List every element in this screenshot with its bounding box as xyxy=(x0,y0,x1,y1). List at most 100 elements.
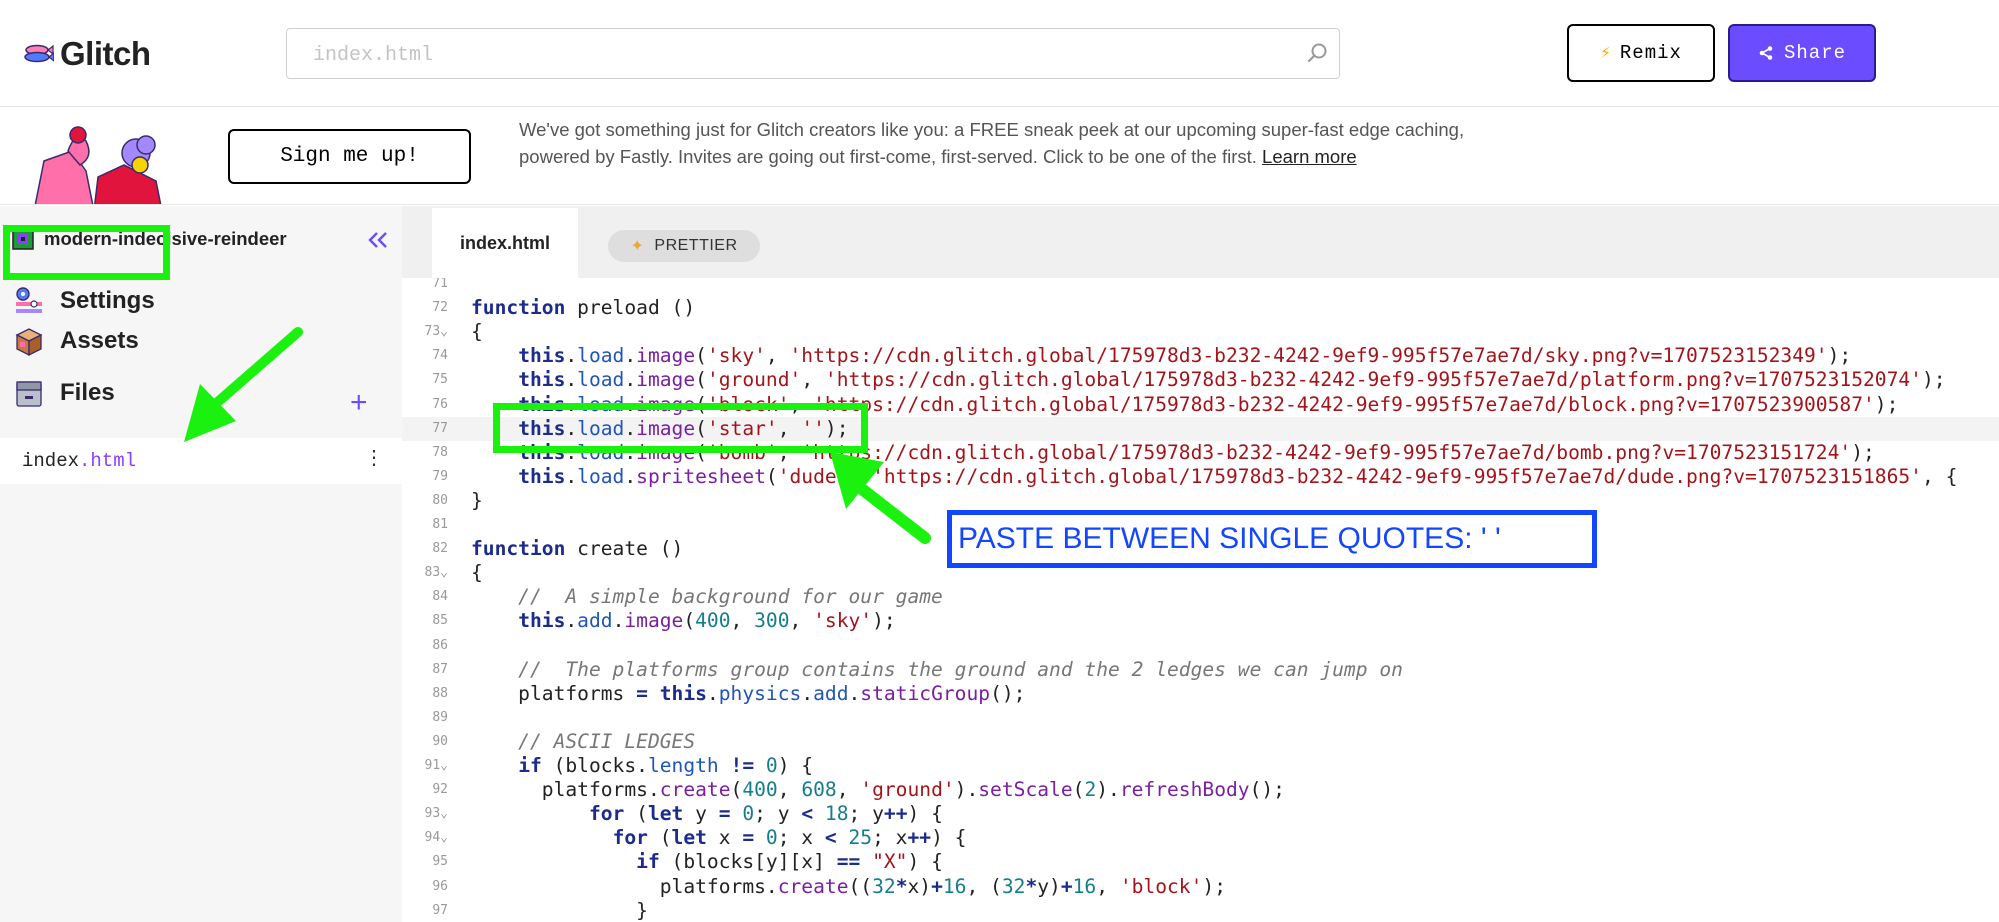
share-button[interactable]: Share xyxy=(1728,24,1876,82)
code-line[interactable]: 96 platforms.create((32*x)+16, (32*y)+16… xyxy=(402,875,1999,899)
file-base: index xyxy=(22,450,80,472)
promo-banner: Sign me up! We've got something just for… xyxy=(0,107,1999,205)
files-drawer-icon xyxy=(12,376,46,410)
logo-text: Glitch xyxy=(60,35,151,72)
code-line[interactable]: 87 // The platforms group contains the g… xyxy=(402,658,1999,682)
line-number: 89 xyxy=(432,709,448,725)
share-label: Share xyxy=(1783,42,1846,64)
code-text: function create () xyxy=(471,537,684,561)
sidebar-item-settings[interactable]: Settings xyxy=(12,284,155,318)
line-number: 73⌄ xyxy=(424,324,448,340)
sidebar-item-label: Files xyxy=(60,379,115,406)
code-line[interactable]: 92 platforms.create(400, 608, 'ground').… xyxy=(402,778,1999,802)
banner-illustration-icon xyxy=(34,126,162,204)
settings-icon xyxy=(12,284,46,318)
line-number: 85 xyxy=(432,613,448,629)
code-line[interactable]: 71 xyxy=(402,278,1999,296)
code-text: platforms = this.physics.add.staticGroup… xyxy=(471,681,1026,705)
sidebar-item-assets[interactable]: Assets xyxy=(12,324,139,358)
search-icon[interactable] xyxy=(1303,40,1331,68)
code-line[interactable]: 86 xyxy=(402,634,1999,658)
code-text: this.load.spritesheet('dude', 'https://c… xyxy=(518,464,1958,488)
learn-more-link[interactable]: Learn more xyxy=(1262,146,1357,167)
code-text: // The platforms group contains the grou… xyxy=(471,657,1403,681)
code-text: } xyxy=(471,488,483,512)
line-number: 96 xyxy=(432,878,448,894)
add-file-icon[interactable]: + xyxy=(350,388,368,418)
line-number: 87 xyxy=(432,661,448,677)
file-ext: .html xyxy=(79,450,137,472)
prettier-button[interactable]: ✦ PRETTIER xyxy=(608,230,760,262)
line-number: 83⌄ xyxy=(424,565,448,581)
code-editor[interactable]: 71 72 function preload () 73⌄ {74 this.load.… xyxy=(402,278,1999,922)
line-number: 76 xyxy=(432,396,448,412)
code-line[interactable]: 72 function preload () xyxy=(402,296,1999,320)
sidebar: modern-indecisive-reindeer Settings Asse… xyxy=(0,206,402,922)
code-line[interactable]: 97 } xyxy=(402,899,1999,922)
file-name: index.html xyxy=(22,450,136,472)
code-text: // A simple background for our game xyxy=(471,585,943,609)
line-number: 94⌄ xyxy=(424,830,448,846)
collapse-sidebar-icon[interactable] xyxy=(366,228,390,252)
banner-message: We've got something just for Glitch crea… xyxy=(519,117,1469,170)
code-text: function preload () xyxy=(471,296,696,320)
code-text: } xyxy=(471,898,648,922)
glitch-logo[interactable]: Glitch xyxy=(22,33,151,75)
code-line[interactable]: 88 platforms = this.physics.add.staticGr… xyxy=(402,682,1999,706)
code-text: for (let y = 0; y < 18; y++) { xyxy=(588,802,943,826)
line-number: 75 xyxy=(432,372,448,388)
file-item-index-html[interactable]: index.html ⋮ xyxy=(0,438,402,484)
editor-tab-bar: index.html ✦ PRETTIER xyxy=(402,206,1999,278)
code-line[interactable]: 74 this.load.image('sky', 'https://cdn.g… xyxy=(402,344,1999,368)
line-number: 88 xyxy=(432,685,448,701)
code-line[interactable]: 91⌄ if (blocks.length != 0) { xyxy=(402,754,1999,778)
tab-index-html[interactable]: index.html xyxy=(432,208,578,278)
line-number: 78 xyxy=(432,444,448,460)
search-input[interactable] xyxy=(313,42,1273,68)
glitch-fish-icon xyxy=(24,44,54,63)
remix-button[interactable]: ⚡ Remix xyxy=(1567,24,1715,82)
code-text: platforms.create(400, 608, 'ground').set… xyxy=(471,778,1285,802)
code-text: for (let x = 0; x < 25; x++) { xyxy=(612,826,967,850)
paste-instruction-label: PASTE BETWEEN SINGLE QUOTES: ' ' xyxy=(947,510,1597,568)
top-header: Glitch ⚡ Remix Share xyxy=(0,0,1999,107)
line-number: 91⌄ xyxy=(424,758,448,773)
line-number: 79 xyxy=(432,468,448,484)
line-number: 72 xyxy=(432,300,448,316)
code-line[interactable]: 79 this.load.spritesheet('dude', 'https:… xyxy=(402,465,1999,489)
sidebar-item-label: Assets xyxy=(60,327,139,354)
code-line[interactable]: 95 if (blocks[y][x] == "X") { xyxy=(402,850,1999,874)
code-text: // ASCII LEDGES xyxy=(471,729,696,753)
code-line[interactable]: 73⌄ { xyxy=(402,320,1999,344)
line-number: 74 xyxy=(432,348,448,364)
code-text: if (blocks.length != 0) { xyxy=(518,754,814,777)
search-box[interactable] xyxy=(286,28,1340,79)
code-text: this.load.image('ground', 'https://cdn.g… xyxy=(518,368,1946,392)
code-text: platforms.create((32*x)+16, (32*y)+16, '… xyxy=(471,874,1226,898)
line-number: 95 xyxy=(432,854,448,870)
code-line[interactable]: 84 // A simple background for our game xyxy=(402,585,1999,609)
line-number: 81 xyxy=(432,517,448,532)
file-menu-icon[interactable]: ⋮ xyxy=(364,448,384,468)
code-line[interactable]: 75 this.load.image('ground', 'https://cd… xyxy=(402,368,1999,392)
code-line[interactable]: 85 this.add.image(400, 300, 'sky'); xyxy=(402,609,1999,633)
prettier-label: PRETTIER xyxy=(654,237,738,254)
line-number: 77 xyxy=(432,420,448,436)
sign-up-button[interactable]: Sign me up! xyxy=(228,129,471,184)
code-line[interactable]: 90 // ASCII LEDGES xyxy=(402,730,1999,754)
sidebar-item-label: Settings xyxy=(60,287,155,314)
line-number: 80 xyxy=(432,492,448,508)
lightning-icon: ⚡ xyxy=(1600,44,1612,64)
code-line[interactable]: 94⌄ for (let x = 0; x < 25; x++) { xyxy=(402,826,1999,850)
line-number: 71 xyxy=(432,278,448,291)
assets-box-icon xyxy=(12,324,46,358)
share-icon xyxy=(1759,46,1773,60)
file-highlight-box xyxy=(3,225,170,280)
line-number: 92 xyxy=(432,782,448,798)
code-line[interactable]: 89 xyxy=(402,706,1999,730)
line-number: 90 xyxy=(432,733,448,749)
line-number: 86 xyxy=(432,637,448,653)
sidebar-item-files[interactable]: Files xyxy=(12,376,115,410)
line-number: 93⌄ xyxy=(424,806,448,822)
code-line[interactable]: 93⌄ for (let y = 0; y < 18; y++) { xyxy=(402,802,1999,826)
